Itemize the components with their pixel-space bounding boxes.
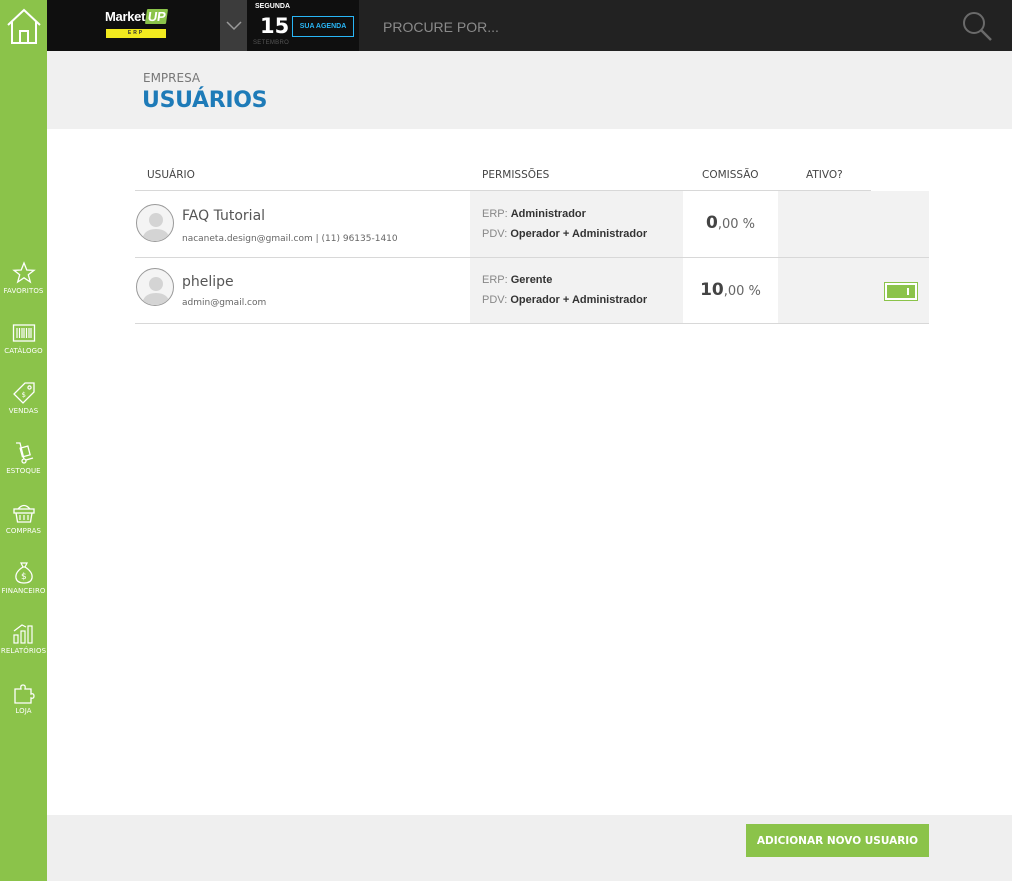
agenda-month: SETEMBRO xyxy=(253,40,290,46)
user-placeholder-icon xyxy=(142,213,170,241)
agenda-widget: SEGUNDA 15 SETEMBRO SUA AGENDA xyxy=(247,0,359,51)
commission-value: 0,00 % xyxy=(705,213,755,233)
active-cell xyxy=(778,191,929,257)
search-icon xyxy=(963,12,992,41)
user-contact: admin@gmail.com xyxy=(182,298,267,308)
sidebar-item-favoritos[interactable]: FAVORITOS xyxy=(0,261,47,313)
sidebar-item-catalogo[interactable]: CATÁLOGO xyxy=(0,321,47,373)
toggle-track xyxy=(887,285,915,298)
column-header-active: ATIVO? xyxy=(806,169,843,181)
bar-chart-icon xyxy=(12,624,33,644)
sidebar-item-label: FAVORITOS xyxy=(3,287,44,295)
user-contact: nacaneta.design@gmail.com | (11) 96135-1… xyxy=(182,234,398,244)
logo[interactable]: Market UP ERP xyxy=(47,0,220,51)
commission-value: 10,00 % xyxy=(700,280,761,300)
chevron-down-icon xyxy=(225,20,242,30)
pdv-permission: PDV: Operador + Administrador xyxy=(482,294,648,306)
menu-toggle-button[interactable] xyxy=(220,0,247,51)
page-title: USUÁRIOS xyxy=(142,88,268,113)
pdv-permission: PDV: Operador + Administrador xyxy=(482,228,648,240)
basket-icon xyxy=(12,504,35,523)
svg-text:$: $ xyxy=(21,572,27,582)
table-row[interactable]: ERP: Gerente PDV: Operador + Administrad… xyxy=(135,258,929,324)
permissions-cell: ERP: Administrador PDV: Operador + Admin… xyxy=(470,191,683,257)
top-bar: Market UP ERP SEGUNDA 15 SETEMBRO SUA AGE… xyxy=(47,0,1012,51)
logo-subtitle: ERP xyxy=(106,29,166,38)
breadcrumb[interactable]: EMPRESA xyxy=(143,71,200,85)
puzzle-icon xyxy=(13,684,35,704)
sidebar-item-label: VENDAS xyxy=(8,407,39,415)
page-header: EMPRESA USUÁRIOS xyxy=(47,51,1012,129)
column-header-permissions: PERMISSÕES xyxy=(482,169,550,181)
home-button[interactable] xyxy=(0,0,47,51)
erp-permission: ERP: Administrador xyxy=(482,208,586,220)
sidebar-item-compras[interactable]: COMPRAS xyxy=(0,501,47,553)
handtruck-icon xyxy=(15,442,33,464)
svg-text:$: $ xyxy=(21,391,25,399)
sidebar-item-estoque[interactable]: ESTOQUE xyxy=(0,441,47,493)
sidebar-item-label: ESTOQUE xyxy=(6,467,41,475)
sidebar: FAVORITOS CATÁLOGO $ VENDAS ESTOQUE COMP… xyxy=(0,0,47,881)
user-placeholder-icon xyxy=(142,277,170,305)
table-row[interactable]: ERP: Administrador PDV: Operador + Admin… xyxy=(135,191,929,258)
user-name[interactable]: FAQ Tutorial xyxy=(182,208,265,224)
agenda-button[interactable]: SUA AGENDA xyxy=(292,16,354,37)
sidebar-item-label: COMPRAS xyxy=(5,527,42,535)
column-header-commission: COMISSÃO xyxy=(702,169,759,181)
table-header: USUÁRIO PERMISSÕES COMISSÃO ATIVO? xyxy=(135,164,871,191)
user-name[interactable]: phelipe xyxy=(182,274,234,290)
sidebar-item-financeiro[interactable]: $ FINANCEIRO xyxy=(0,561,47,613)
barcode-icon xyxy=(12,324,35,342)
tag-icon: $ xyxy=(12,382,35,404)
footer: ADICIONAR NOVO USUARIO xyxy=(47,815,1012,881)
sidebar-item-label: RELATÓRIOS xyxy=(0,647,47,655)
permissions-cell: ERP: Gerente PDV: Operador + Administrad… xyxy=(470,258,683,323)
home-icon xyxy=(6,8,41,44)
erp-permission: ERP: Gerente xyxy=(482,274,553,286)
star-icon xyxy=(11,261,36,284)
active-toggle[interactable] xyxy=(884,282,918,301)
avatar xyxy=(136,268,174,306)
toggle-knob xyxy=(907,288,909,295)
add-user-button[interactable]: ADICIONAR NOVO USUARIO xyxy=(746,824,929,857)
avatar xyxy=(136,204,174,242)
users-table: USUÁRIO PERMISSÕES COMISSÃO ATIVO? ERP: … xyxy=(135,164,929,324)
sidebar-item-relatorios[interactable]: RELATÓRIOS xyxy=(0,621,47,673)
search-button[interactable] xyxy=(961,10,993,42)
column-header-user: USUÁRIO xyxy=(147,169,195,181)
sidebar-item-loja[interactable]: LOJA xyxy=(0,681,47,733)
search-input[interactable] xyxy=(383,17,943,37)
sidebar-item-label: FINANCEIRO xyxy=(1,587,46,595)
logo-wordmark: Market UP xyxy=(105,9,169,24)
sidebar-item-vendas[interactable]: $ VENDAS xyxy=(0,381,47,433)
sidebar-item-label: CATÁLOGO xyxy=(4,347,43,355)
agenda-day: 15 xyxy=(260,14,290,38)
agenda-weekday: SEGUNDA xyxy=(255,3,291,10)
sidebar-item-label: LOJA xyxy=(15,707,32,715)
money-bag-icon: $ xyxy=(14,562,33,584)
